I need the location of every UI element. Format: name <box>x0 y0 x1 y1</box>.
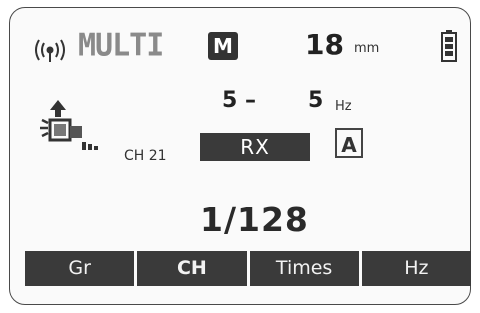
channel-label: CH 21 <box>124 148 167 164</box>
softkey-hz[interactable]: Hz <box>361 251 471 286</box>
softkey-bar: Gr CH Times Hz <box>25 251 471 286</box>
remote-device-icon <box>40 100 98 150</box>
distance-unit: mm <box>354 41 380 56</box>
signal-icon <box>35 39 65 62</box>
frequency-to: 5 <box>308 88 324 113</box>
rx-status-badge: RX <box>200 133 310 161</box>
auto-mode-badge: A <box>335 128 363 158</box>
softkey-ch[interactable]: CH <box>137 251 247 286</box>
softkey-times[interactable]: Times <box>249 251 359 286</box>
frequency-from: 5 – <box>222 88 256 113</box>
battery-icon <box>441 30 457 62</box>
distance-value: 18 <box>305 28 344 61</box>
frequency-unit: Hz <box>335 99 352 114</box>
softkey-gr[interactable]: Gr <box>25 251 135 286</box>
m-box-icon: M <box>208 32 238 60</box>
page-indicator: 1/128 <box>200 200 309 239</box>
mode-label: MULTI <box>78 27 164 64</box>
